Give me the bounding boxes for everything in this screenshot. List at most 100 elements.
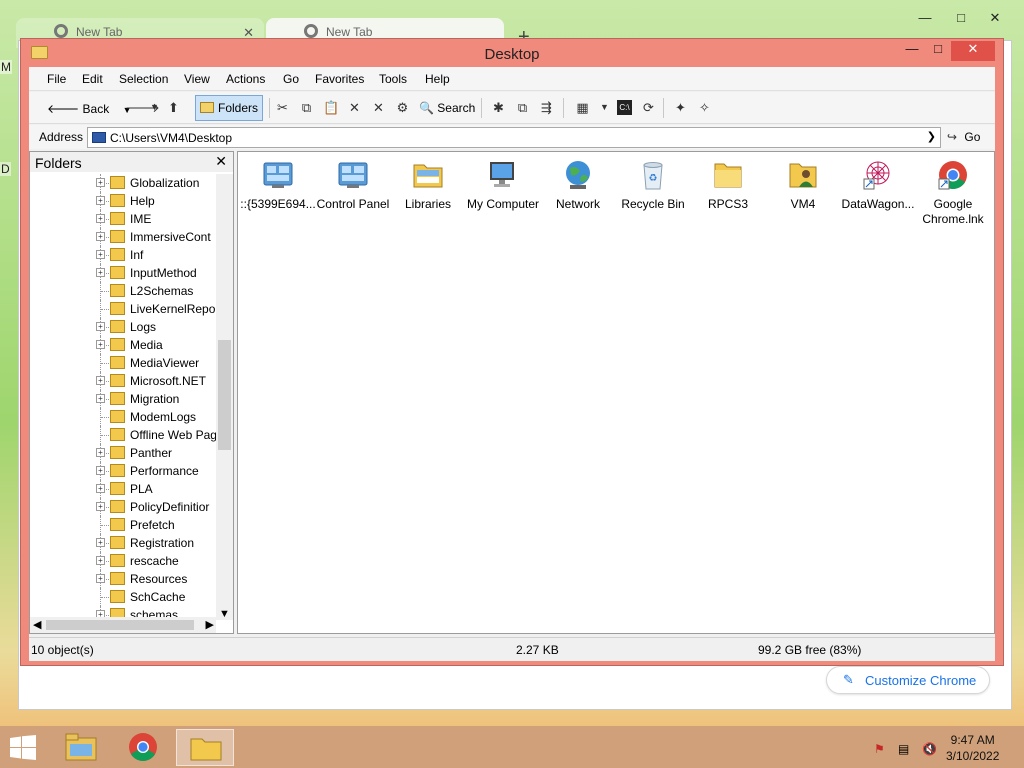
expand-icon[interactable]: + xyxy=(96,214,105,223)
expand-icon[interactable]: + xyxy=(96,394,105,403)
expand-icon[interactable]: + xyxy=(96,502,105,511)
tree-item[interactable]: Prefetch xyxy=(30,516,216,534)
chrome-taskbar-button[interactable] xyxy=(114,729,172,766)
menu-file[interactable]: File xyxy=(47,72,66,86)
tree-item[interactable]: + InputMethod xyxy=(30,264,216,282)
desktop-item[interactable]: Control Panel xyxy=(315,156,391,212)
tree-item[interactable]: + Resources xyxy=(30,570,216,588)
view-mode-dropdown-icon[interactable]: ▼ xyxy=(597,100,612,115)
expand-icon[interactable]: + xyxy=(96,376,105,385)
expand-icon[interactable]: + xyxy=(96,340,105,349)
menu-tools[interactable]: Tools xyxy=(379,72,407,86)
menu-help[interactable]: Help xyxy=(425,72,450,86)
scroll-thumb[interactable] xyxy=(218,340,231,450)
tree-item[interactable]: + Logs xyxy=(30,318,216,336)
cut-icon[interactable]: ✂ xyxy=(275,100,290,115)
customize-chrome-button[interactable]: ✎ Customize Chrome xyxy=(826,666,990,694)
menu-actions[interactable]: Actions xyxy=(226,72,265,86)
expand-icon[interactable]: + xyxy=(96,196,105,205)
tree-item[interactable]: + Microsoft.NET xyxy=(30,372,216,390)
scroll-thumb[interactable] xyxy=(46,620,194,630)
back-button[interactable]: 🡐 Back ▼ xyxy=(47,97,131,119)
tree-item[interactable]: + Inf xyxy=(30,246,216,264)
desktop-item[interactable]: Libraries xyxy=(390,156,466,212)
tree-item[interactable]: + Performance xyxy=(30,462,216,480)
close-button[interactable]: ✕ xyxy=(951,41,995,61)
title-bar[interactable]: Desktop — □ ✕ xyxy=(21,39,1003,67)
maximize-button[interactable]: □ xyxy=(927,41,949,61)
menu-view[interactable]: View xyxy=(184,72,210,86)
go-button[interactable]: ↪ Go xyxy=(947,130,980,144)
tree-item[interactable]: + IME xyxy=(30,210,216,228)
menu-go[interactable]: Go xyxy=(283,72,299,86)
tree-item[interactable]: MediaViewer xyxy=(30,354,216,372)
desktop-item[interactable]: ♻ Recycle Bin xyxy=(615,156,691,212)
desktop-item[interactable]: VM4 xyxy=(765,156,841,212)
menu-edit[interactable]: Edit xyxy=(82,72,103,86)
menu-selection[interactable]: Selection xyxy=(119,72,168,86)
expand-icon[interactable]: + xyxy=(96,448,105,457)
tree-item[interactable]: L2Schemas xyxy=(30,282,216,300)
explorer-window-taskbar-button[interactable] xyxy=(176,729,234,766)
network-icon[interactable]: ▤ xyxy=(898,742,912,756)
scroll-down-icon[interactable]: ▼ xyxy=(219,608,230,620)
search-button[interactable]: 🔍 Search xyxy=(419,97,475,119)
chrome-minimize-button[interactable]: — xyxy=(910,10,940,30)
tree-item[interactable]: + Globalization xyxy=(30,174,216,192)
address-dropdown-icon[interactable]: ❯ xyxy=(927,130,936,143)
view-mode-icon[interactable]: ▦ xyxy=(575,100,590,115)
delete-icon[interactable]: ✕ xyxy=(347,100,362,115)
tree-item[interactable]: Offline Web Pag xyxy=(30,426,216,444)
tree-item[interactable]: + ImmersiveCont xyxy=(30,228,216,246)
expand-icon[interactable]: + xyxy=(96,556,105,565)
expand-icon[interactable]: + xyxy=(96,268,105,277)
tree-item[interactable]: ModemLogs xyxy=(30,408,216,426)
chrome-maximize-button[interactable]: □ xyxy=(946,10,976,30)
refresh-icon[interactable]: ⟳ xyxy=(641,100,656,115)
tree-item[interactable]: + rescache xyxy=(30,552,216,570)
volume-muted-icon[interactable]: 🔇 xyxy=(922,742,937,756)
new-folder-icon[interactable]: ✱ xyxy=(491,100,506,115)
tree-item[interactable]: + PolicyDefinitior xyxy=(30,498,216,516)
paste-icon[interactable]: 📋 xyxy=(323,100,339,115)
minimize-button[interactable]: — xyxy=(901,41,923,61)
forward-dropdown-icon[interactable]: ▼ xyxy=(147,100,162,115)
tree-item[interactable]: + PLA xyxy=(30,480,216,498)
file-explorer-taskbar-button[interactable] xyxy=(52,729,110,766)
tree-vertical-scrollbar[interactable]: ▼ xyxy=(216,174,233,620)
expand-icon[interactable]: + xyxy=(96,322,105,331)
action-center-flag-icon[interactable]: ⚑ xyxy=(874,742,888,756)
expand-icon[interactable]: + xyxy=(96,538,105,547)
desktop-item[interactable]: ::{5399E694... xyxy=(240,156,316,212)
delete-permanently-icon[interactable]: ✕ xyxy=(371,100,386,115)
desktop-item[interactable]: Network xyxy=(540,156,616,212)
tree-horizontal-scrollbar[interactable]: ◀ ▶ xyxy=(30,617,216,633)
command-prompt-icon[interactable]: C:\ xyxy=(617,100,632,115)
tree-item[interactable]: SchCache xyxy=(30,588,216,606)
copy-icon[interactable]: ⧉ xyxy=(299,100,314,115)
folders-pane-close-icon[interactable]: ✕ xyxy=(215,153,227,170)
tree-item[interactable]: LiveKernelRepo xyxy=(30,300,216,318)
folders-button[interactable]: Folders xyxy=(195,95,263,121)
start-button[interactable] xyxy=(0,729,48,766)
favorites-organize-icon[interactable]: ✧ xyxy=(697,100,712,115)
expand-icon[interactable]: + xyxy=(96,232,105,241)
tree-item[interactable]: + Migration xyxy=(30,390,216,408)
expand-icon[interactable]: + xyxy=(96,484,105,493)
scroll-left-icon[interactable]: ◀ xyxy=(33,618,41,631)
expand-icon[interactable]: + xyxy=(96,250,105,259)
scroll-right-icon[interactable]: ▶ xyxy=(206,618,214,631)
copy-to-icon[interactable]: ⧉ xyxy=(515,100,530,115)
tree-item[interactable]: + Panther xyxy=(30,444,216,462)
desktop-item[interactable]: My Computer xyxy=(465,156,541,212)
expand-icon[interactable]: + xyxy=(96,574,105,583)
tree-item[interactable]: + Registration xyxy=(30,534,216,552)
forward-arrow-icon[interactable]: 🡒 xyxy=(125,100,160,115)
expand-icon[interactable]: + xyxy=(96,178,105,187)
expand-icon[interactable]: + xyxy=(96,466,105,475)
menu-favorites[interactable]: Favorites xyxy=(315,72,364,86)
desktop-item[interactable]: RPCS3 xyxy=(690,156,766,212)
desktop-item[interactable]: Google Chrome.lnk xyxy=(915,156,991,227)
favorites-add-icon[interactable]: ✦ xyxy=(673,100,688,115)
chrome-close-button[interactable]: ✕ xyxy=(980,10,1010,30)
